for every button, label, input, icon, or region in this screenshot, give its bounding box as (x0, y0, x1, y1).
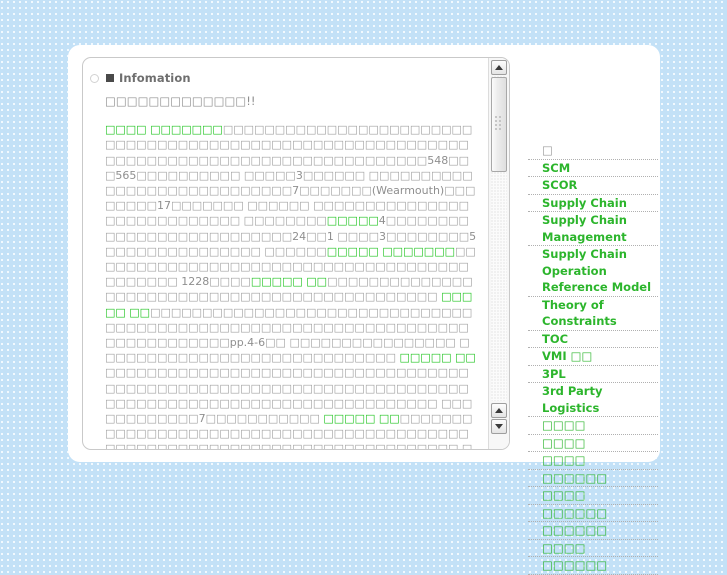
sidebar-item-16[interactable]: □□□□□□ (528, 505, 658, 522)
sidebar-item-4[interactable]: Supply Chain Management (528, 212, 658, 246)
article-lead-text: □□□□□□□□□□□□□!! (105, 94, 256, 108)
inline-number: pp.4-6 (229, 336, 266, 350)
sidebar-nav: □ SCM SCOR Supply Chain Supply Chain Managem… (528, 142, 658, 575)
inline-text: □□□□ (209, 275, 251, 289)
inline-number: 3 (378, 229, 386, 243)
sidebar-item-2[interactable]: SCOR (528, 177, 658, 195)
article-paragraph: □□□□ □□□□□□□□□□□□□□□□□□□□□□□□□□□□□□□□□□□… (105, 122, 479, 449)
article-scroll-viewport: Infomation □□□□□□□□□□□□□!! □□□□ □□□□□□□□… (83, 58, 487, 449)
sidebar-item-5[interactable]: Supply Chain Operation Reference Model (528, 246, 658, 297)
inline-text: □□□□□□□□□□□ (205, 412, 324, 426)
inline-number: 3 (295, 168, 303, 182)
article-scrollbar[interactable] (488, 58, 509, 449)
chevron-up-icon (495, 408, 503, 413)
inline-link[interactable]: □□□□□ □□ (323, 412, 399, 425)
article-panel: Infomation □□□□□□□□□□□□□!! □□□□ □□□□□□□□… (82, 57, 510, 450)
sidebar-item-12[interactable]: □□□□ (528, 435, 658, 452)
inline-text: □□□□□□□□ (385, 229, 470, 243)
scroll-up-button-bottom[interactable] (491, 403, 507, 418)
inline-text: □□□□□□□ (299, 184, 372, 198)
inline-number: 17 (156, 199, 171, 213)
circle-outline-icon (90, 73, 99, 83)
inline-number: (Wearmouth) (371, 184, 445, 198)
inline-number: 24 (292, 229, 307, 243)
sidebar-item-9[interactable]: 3PL (528, 366, 658, 383)
inline-text: □ (188, 412, 199, 426)
inline-number: 4 (378, 214, 386, 228)
sidebar-item-14[interactable]: □□□□□□ (528, 470, 658, 487)
scrollbar-thumb[interactable] (491, 77, 507, 172)
inline-number: 565 (115, 168, 137, 182)
article-body: □□□□□□□□□□□□□!! □□□□ □□□□□□□□□□□□□□□□□□□… (105, 94, 479, 449)
chevron-up-icon (495, 65, 503, 70)
sidebar-item-8[interactable]: VMI □□ (528, 348, 658, 366)
sidebar-item-1[interactable]: SCM (528, 160, 658, 177)
sidebar-item-17[interactable]: □□□□□□ (528, 522, 658, 540)
scroll-up-button[interactable] (491, 60, 507, 75)
inline-number: 548 (427, 153, 449, 167)
inline-text: □□ (306, 229, 327, 243)
sidebar-item-18[interactable]: □□□□ (528, 540, 658, 557)
sidebar-item-7[interactable]: TOC (528, 331, 658, 348)
article-title: Infomation (119, 71, 191, 85)
inline-number: 1 (326, 229, 334, 243)
scroll-down-button[interactable] (491, 419, 507, 434)
inline-number: 7 (198, 412, 206, 426)
inline-link[interactable]: □□□□□ (327, 214, 379, 227)
sidebar-item-3[interactable]: Supply Chain (528, 195, 658, 212)
inline-link[interactable]: □□□□□ □□ (251, 275, 327, 288)
inline-text: □□ (406, 153, 428, 167)
inline-link[interactable]: □□□□□ □□ (400, 351, 476, 364)
scrollbar-grip-icon (495, 116, 503, 130)
inline-link[interactable]: □□□□□ □□□□□□□ (327, 245, 455, 258)
sidebar-item-15[interactable]: □□□□ (528, 487, 658, 505)
article-header: Infomation (90, 71, 191, 85)
inline-link[interactable]: □□□□ □□□□□□□ (105, 123, 223, 136)
sidebar-item-19[interactable]: □□□□□□ (528, 557, 658, 575)
inline-text: □□□□□□□□□□□□□□□ □□□□□□ (105, 244, 327, 258)
page-root: { "theme": { "page_background": "#c3e1f7… (0, 0, 727, 575)
inline-text: □□□ (260, 184, 293, 198)
sidebar-item-10[interactable]: 3rd Party Logistics (528, 383, 658, 417)
sidebar-item-0: □ (528, 142, 658, 160)
inline-text: □□□ (260, 229, 293, 243)
chevron-down-icon (495, 424, 503, 429)
inline-number: 5 (469, 229, 477, 243)
sidebar-item-13[interactable]: □□□□ (528, 452, 658, 470)
inline-text: □□□□□□□□□□ □□□□□ (136, 168, 296, 182)
sidebar-item-6[interactable]: Theory of Constraints (528, 297, 658, 331)
inline-text: □□□□ (333, 229, 379, 243)
inline-number: 1228 (181, 275, 210, 289)
sidebar-item-11[interactable]: □□□□ (528, 417, 658, 435)
black-square-icon (106, 74, 114, 82)
